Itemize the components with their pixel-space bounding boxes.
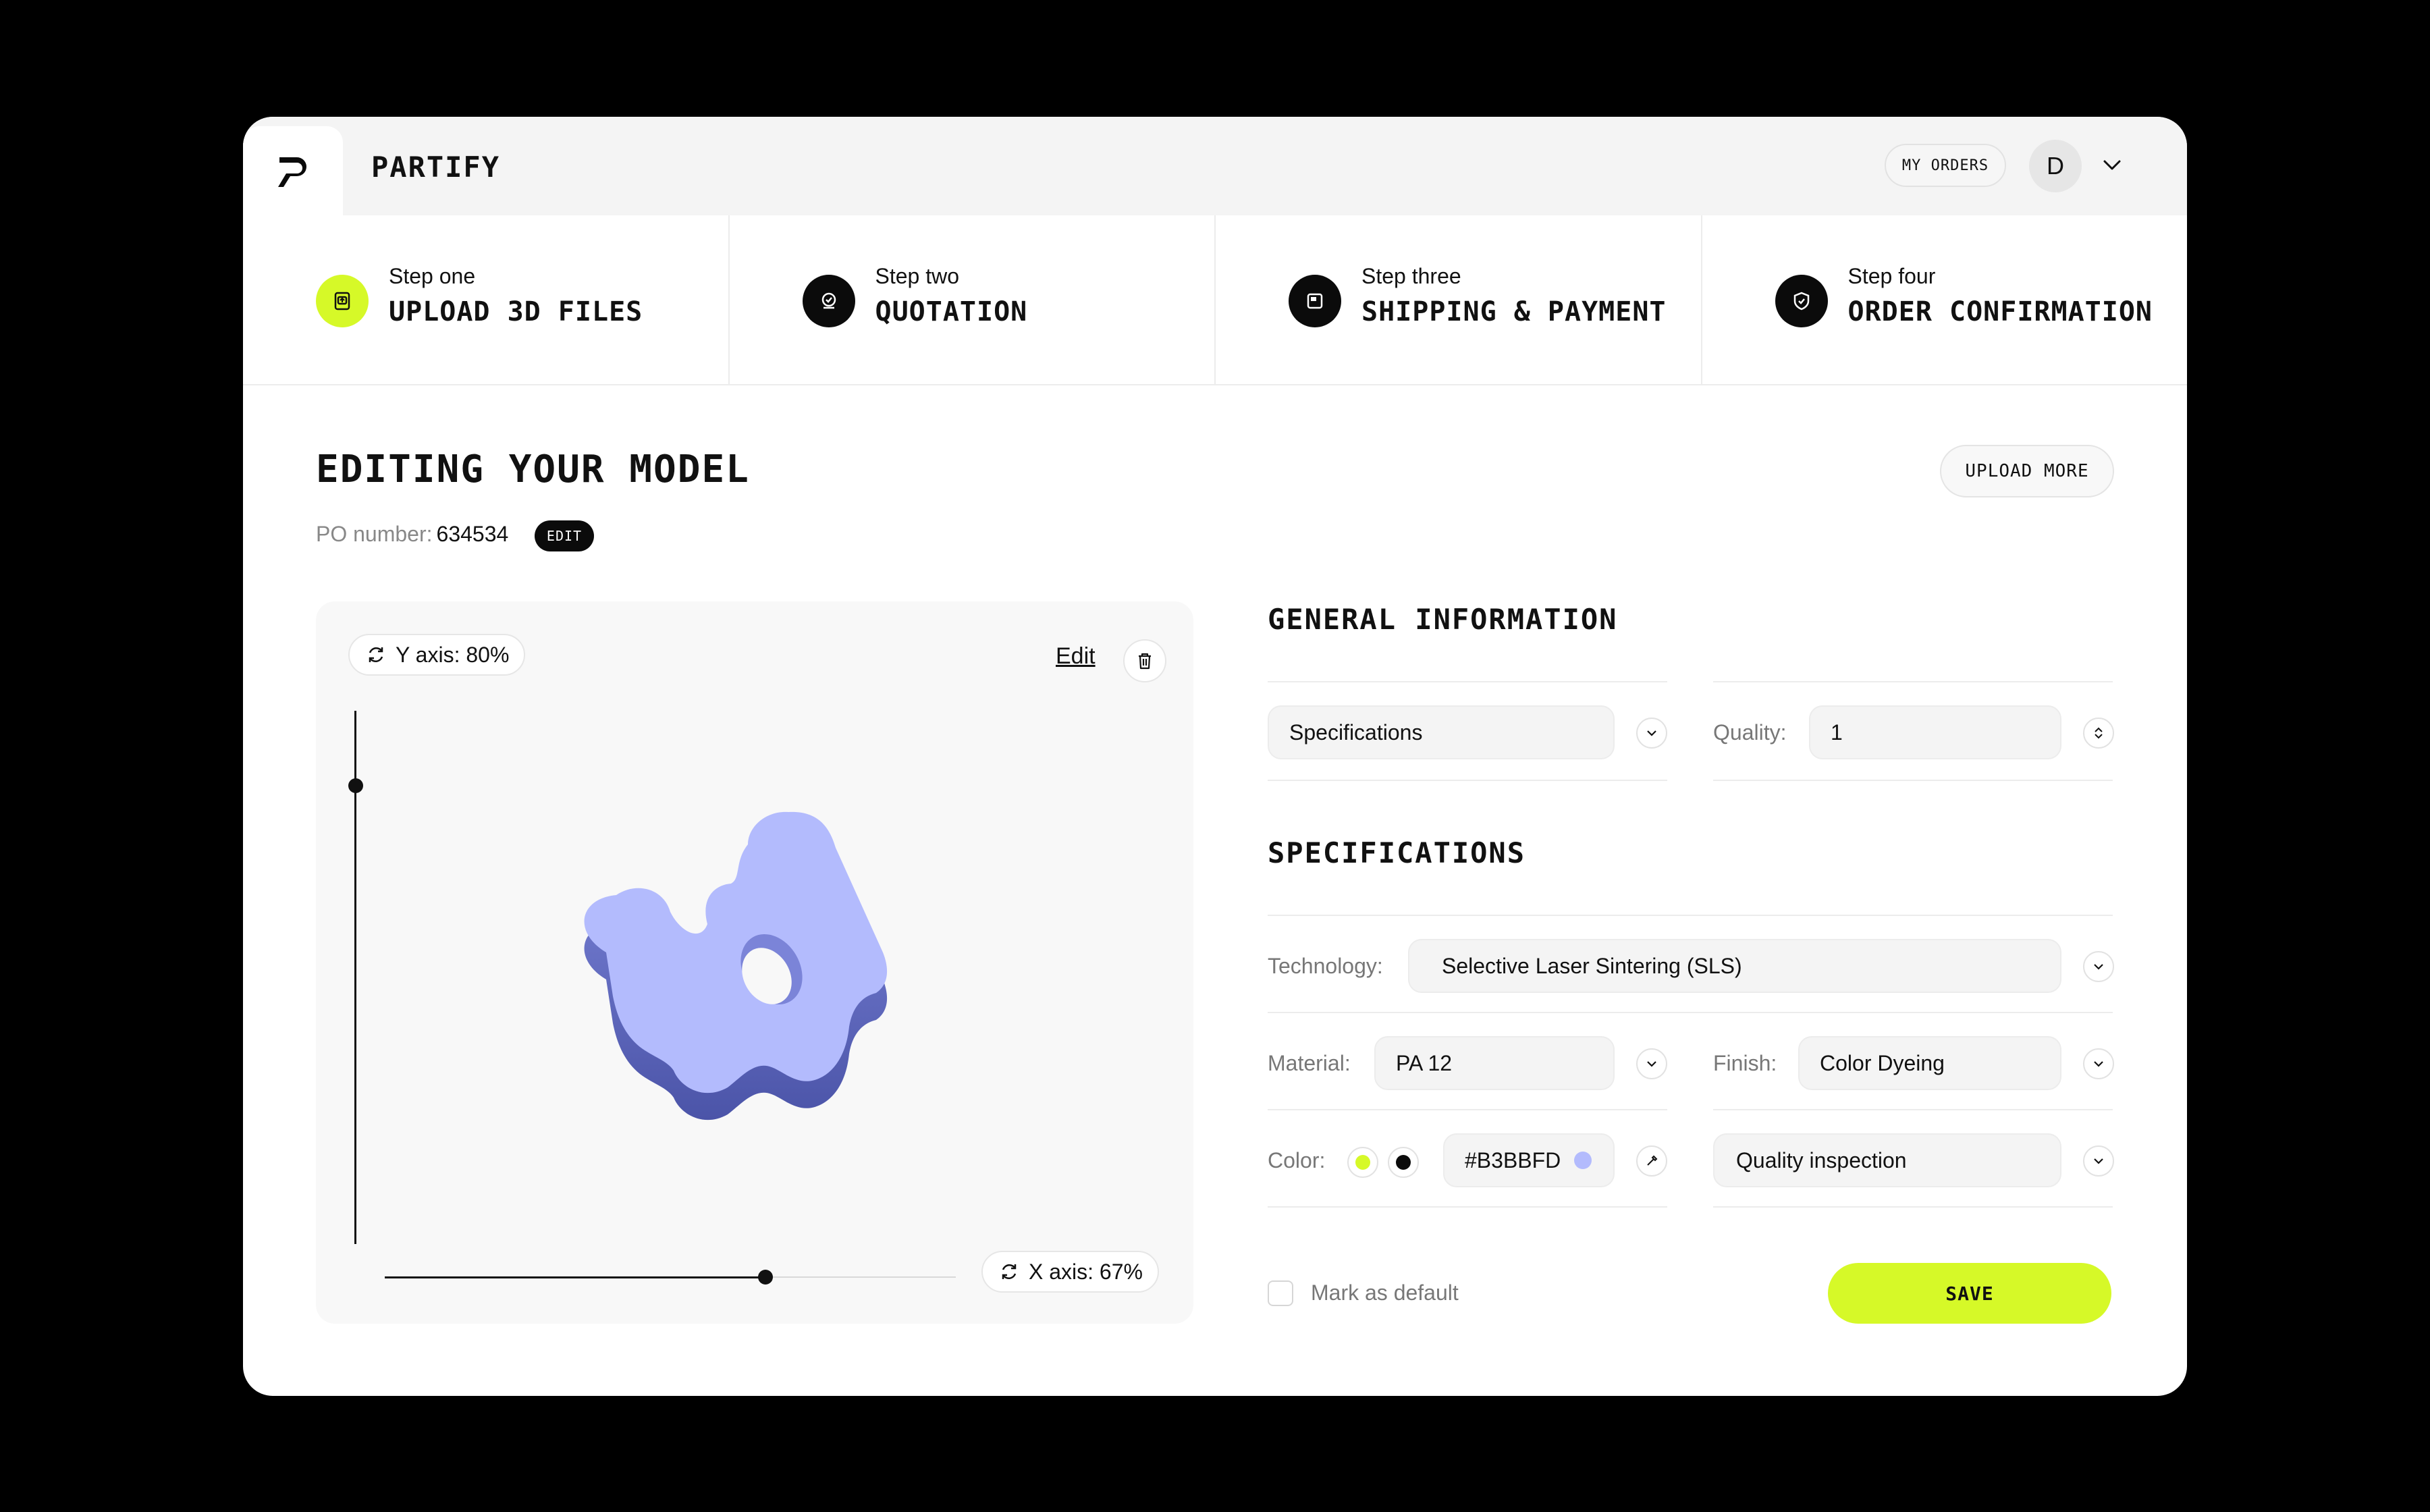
stepper-icon[interactable]: [2083, 718, 2114, 749]
y-axis-pill[interactable]: Y axis: 80%: [348, 634, 526, 676]
chevron-down-icon[interactable]: [1636, 718, 1667, 749]
quality-inspection-select[interactable]: Quality inspection: [1713, 1133, 2061, 1187]
x-axis-slider-track[interactable]: [767, 1276, 956, 1278]
divider: [1713, 1109, 2113, 1110]
divider: [1268, 780, 1667, 781]
rotate-icon: [369, 647, 383, 663]
divider: [1713, 780, 2113, 781]
specifications-select[interactable]: Specifications: [1268, 705, 1615, 759]
po-value: 634534: [436, 522, 509, 546]
shield-check-icon: [1775, 275, 1828, 327]
partify-logo-icon: [278, 157, 306, 187]
divider: [1268, 1206, 1667, 1208]
color-hex-input[interactable]: #B3BBFD: [1443, 1133, 1615, 1187]
black-dot: [1396, 1155, 1411, 1170]
step-title: SHIPPING & PAYMENT: [1361, 296, 1667, 327]
general-information-title: GENERAL INFORMATION: [1268, 603, 1618, 636]
divider: [1268, 681, 1667, 682]
model-viewer[interactable]: Y axis: 80% Edit X axis: 67%: [316, 601, 1193, 1324]
divider: [1268, 915, 2113, 916]
chevron-down-icon[interactable]: [1636, 1048, 1667, 1079]
trash-icon[interactable]: [1123, 639, 1166, 682]
material-label: Material:: [1268, 1051, 1351, 1075]
current-color-dot: [1574, 1152, 1592, 1169]
color-swatch-black[interactable]: [1388, 1147, 1419, 1178]
x-axis-pill[interactable]: X axis: 67%: [981, 1251, 1159, 1293]
step-title: UPLOAD 3D FILES: [389, 296, 643, 327]
steps-bar: Step one UPLOAD 3D FILES Step two QUOTAT…: [243, 215, 2187, 385]
color-hex-value: #B3BBFD: [1465, 1148, 1561, 1172]
mark-default-checkbox[interactable]: [1268, 1280, 1293, 1306]
mark-default-label: Mark as default: [1311, 1280, 1459, 1305]
step-sub-label: Step four: [1847, 264, 1936, 288]
chevron-down-icon[interactable]: [2083, 1145, 2114, 1177]
step-upload[interactable]: Step one UPLOAD 3D FILES: [243, 215, 730, 384]
step-sub-label: Step two: [875, 264, 960, 288]
my-orders-button[interactable]: MY ORDERS: [1885, 144, 2006, 187]
x-axis-slider-handle[interactable]: [758, 1270, 773, 1285]
material-select[interactable]: PA 12: [1374, 1036, 1615, 1090]
divider: [1268, 1109, 1667, 1110]
model-edit-link[interactable]: Edit: [1056, 643, 1096, 670]
divider: [1713, 681, 2113, 682]
x-axis-slider-fill[interactable]: [385, 1276, 767, 1278]
y-axis-slider-handle[interactable]: [348, 778, 363, 793]
rotate-icon: [1002, 1264, 1017, 1280]
save-button[interactable]: SAVE: [1828, 1263, 2111, 1324]
chevron-down-icon[interactable]: [2083, 951, 2114, 982]
logo-tab[interactable]: [243, 126, 343, 215]
x-axis-label: X axis: 67%: [1029, 1259, 1143, 1284]
po-edit-button[interactable]: EDIT: [535, 520, 594, 551]
3d-model-preview[interactable]: [498, 709, 971, 1182]
divider: [1268, 1012, 2113, 1013]
step-shipping[interactable]: Step three SHIPPING & PAYMENT: [1216, 215, 1702, 384]
step-sub-label: Step one: [389, 264, 476, 288]
page-title: EDITING YOUR MODEL: [316, 448, 750, 491]
step-sub-label: Step three: [1361, 264, 1461, 288]
step-title: QUOTATION: [875, 296, 1028, 327]
chevron-down-icon[interactable]: [2083, 1048, 2114, 1079]
upload-file-icon: [316, 275, 369, 327]
step-title: ORDER CONFIRMATION: [1847, 296, 2153, 327]
color-label: Color:: [1268, 1148, 1326, 1172]
po-number: PO number: 634534: [316, 522, 508, 547]
quality-label: Quality:: [1713, 720, 1787, 745]
avatar[interactable]: D: [2029, 140, 2082, 192]
color-swatch-lime[interactable]: [1347, 1147, 1378, 1178]
finish-select[interactable]: Color Dyeing: [1798, 1036, 2061, 1090]
y-axis-label: Y axis: 80%: [396, 642, 510, 667]
upload-more-button[interactable]: UPLOAD MORE: [1940, 445, 2114, 497]
specifications-title: SPECIFICATIONS: [1268, 836, 1526, 869]
technology-select[interactable]: Selective Laser Sintering (SLS): [1408, 939, 2061, 993]
lime-dot: [1355, 1155, 1370, 1170]
step-quotation[interactable]: Step two QUOTATION: [729, 215, 1216, 384]
app-window: PARTIFY MY ORDERS D Step one UPLOAD 3D F…: [243, 117, 2187, 1396]
top-bar: PARTIFY MY ORDERS D: [243, 117, 2187, 215]
eyedropper-icon[interactable]: [1636, 1145, 1667, 1177]
technology-label: Technology:: [1268, 954, 1383, 978]
package-icon: [1289, 275, 1341, 327]
divider: [1713, 1206, 2113, 1208]
po-label: PO number:: [316, 522, 433, 546]
chevron-down-icon[interactable]: [2101, 153, 2124, 176]
quality-input[interactable]: 1: [1809, 705, 2061, 759]
quotation-icon: [802, 275, 855, 327]
finish-label: Finish:: [1713, 1051, 1777, 1075]
brand-name: PARTIFY: [371, 151, 501, 184]
step-confirmation[interactable]: Step four ORDER CONFIRMATION: [1702, 215, 2187, 384]
